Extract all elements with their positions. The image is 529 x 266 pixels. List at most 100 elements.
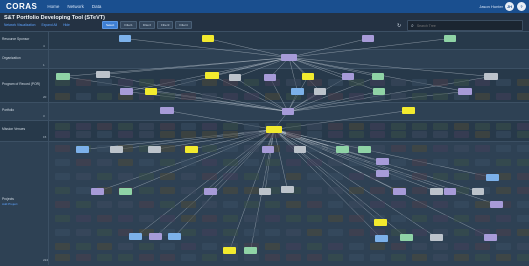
- network-visualization-link[interactable]: Network Visualization: [4, 23, 35, 27]
- dimmed-node: [475, 123, 490, 130]
- graph-node[interactable]: [149, 233, 162, 240]
- dimmed-node: [202, 215, 217, 222]
- graph-node[interactable]: [204, 188, 217, 195]
- filter-button-4[interactable]: Filter4: [175, 21, 192, 29]
- graph-node[interactable]: [444, 188, 456, 195]
- graph-node[interactable]: [76, 146, 89, 153]
- graph-node[interactable]: [281, 186, 294, 193]
- help-icon[interactable]: ?: [517, 2, 526, 11]
- graph-node[interactable]: [264, 74, 276, 81]
- graph-node[interactable]: [259, 188, 271, 195]
- dimmed-node: [202, 201, 217, 208]
- filter-button-2[interactable]: Filter2: [138, 21, 156, 29]
- dimmed-node: [286, 215, 301, 222]
- dimmed-node: [76, 254, 91, 261]
- filter-button-1[interactable]: Filter1: [120, 21, 137, 29]
- dimmed-node: [307, 254, 322, 261]
- graph-node[interactable]: [129, 233, 142, 240]
- graph-node[interactable]: [342, 73, 354, 80]
- graph-node[interactable]: [376, 170, 389, 177]
- refresh-icon[interactable]: ↻: [397, 23, 401, 29]
- dimmed-node: [412, 201, 427, 208]
- graph-node[interactable]: [262, 146, 274, 153]
- graph-node[interactable]: [484, 234, 497, 241]
- search-input[interactable]: [413, 23, 507, 28]
- nav-data[interactable]: Data: [92, 4, 102, 9]
- hide-link[interactable]: Hide: [63, 23, 70, 27]
- graph-node[interactable]: [202, 35, 214, 42]
- dimmed-node: [412, 229, 427, 236]
- app-logo[interactable]: CORAS: [6, 2, 37, 11]
- user-name[interactable]: Jason Hunter: [479, 4, 503, 9]
- graph-node[interactable]: [376, 158, 389, 165]
- graph-node[interactable]: [110, 146, 123, 153]
- graph-node[interactable]: [294, 146, 306, 153]
- graph-node[interactable]: [358, 146, 371, 153]
- graph-node[interactable]: [302, 73, 314, 80]
- dimmed-node: [139, 243, 154, 250]
- graph-node[interactable]: [56, 73, 70, 80]
- graph-node[interactable]: [244, 247, 257, 254]
- add-project-link[interactable]: Add Project: [2, 202, 18, 206]
- graph-node[interactable]: [291, 88, 304, 95]
- dimmed-node: [391, 243, 406, 250]
- row-label: Projects: [2, 197, 14, 201]
- graph-node[interactable]: [375, 235, 388, 242]
- graph-node[interactable]: [484, 73, 498, 80]
- graph-node[interactable]: [400, 234, 413, 241]
- graph-node[interactable]: [148, 146, 161, 153]
- graph-node[interactable]: [430, 234, 443, 241]
- graph-node[interactable]: [486, 174, 499, 181]
- dimmed-node: [454, 145, 469, 152]
- graph-node[interactable]: [229, 74, 241, 81]
- graph-node[interactable]: [490, 201, 503, 208]
- graph-node[interactable]: [430, 188, 443, 195]
- graph-node[interactable]: [336, 146, 349, 153]
- search-box[interactable]: ⌕: [407, 20, 523, 31]
- graph-node[interactable]: [458, 88, 472, 95]
- graph-node[interactable]: [119, 35, 131, 42]
- graph-node[interactable]: [372, 73, 384, 80]
- graph-node[interactable]: [314, 88, 326, 95]
- graph-node[interactable]: [444, 35, 456, 42]
- page-header: S&T Portfolio Developing Tool (STeVT) Ne…: [0, 13, 529, 31]
- dimmed-node: [349, 201, 364, 208]
- dimmed-node: [76, 93, 91, 100]
- graph-node[interactable]: [223, 247, 236, 254]
- graph-node[interactable]: [145, 88, 157, 95]
- expand-all-link[interactable]: Expand All: [41, 23, 57, 27]
- dimmed-node: [97, 254, 112, 261]
- graph-node[interactable]: [281, 54, 297, 61]
- dimmed-node: [517, 79, 529, 86]
- graph-node[interactable]: [373, 88, 385, 95]
- nav-network[interactable]: Network: [67, 4, 84, 9]
- dimmed-node: [496, 229, 511, 236]
- graph-node[interactable]: [374, 219, 387, 226]
- graph-node[interactable]: [472, 188, 484, 195]
- dimmed-node: [391, 173, 406, 180]
- graph-node[interactable]: [96, 71, 110, 78]
- filter-button-select[interactable]: Select: [102, 21, 119, 29]
- avatar[interactable]: JH: [505, 2, 514, 11]
- graph-node[interactable]: [91, 188, 104, 195]
- graph-node[interactable]: [402, 107, 415, 114]
- dimmed-node: [391, 254, 406, 261]
- graph-node[interactable]: [282, 108, 294, 115]
- dimmed-node: [139, 215, 154, 222]
- dimmed-node: [118, 173, 133, 180]
- graph-node[interactable]: [168, 233, 181, 240]
- nav-home[interactable]: Home: [47, 4, 59, 9]
- graph-node[interactable]: [185, 146, 198, 153]
- dimmed-node: [475, 131, 490, 138]
- filter-button-3[interactable]: Filter3: [157, 21, 174, 29]
- graph-node[interactable]: [119, 188, 132, 195]
- graph-node[interactable]: [362, 35, 374, 42]
- graph-node[interactable]: [266, 126, 282, 133]
- graph-node[interactable]: [120, 88, 133, 95]
- graph-node[interactable]: [205, 72, 219, 79]
- dimmed-node: [160, 201, 175, 208]
- dimmed-node: [307, 145, 322, 152]
- graph-node[interactable]: [160, 107, 174, 114]
- dimmed-node: [160, 123, 175, 130]
- graph-node[interactable]: [393, 188, 406, 195]
